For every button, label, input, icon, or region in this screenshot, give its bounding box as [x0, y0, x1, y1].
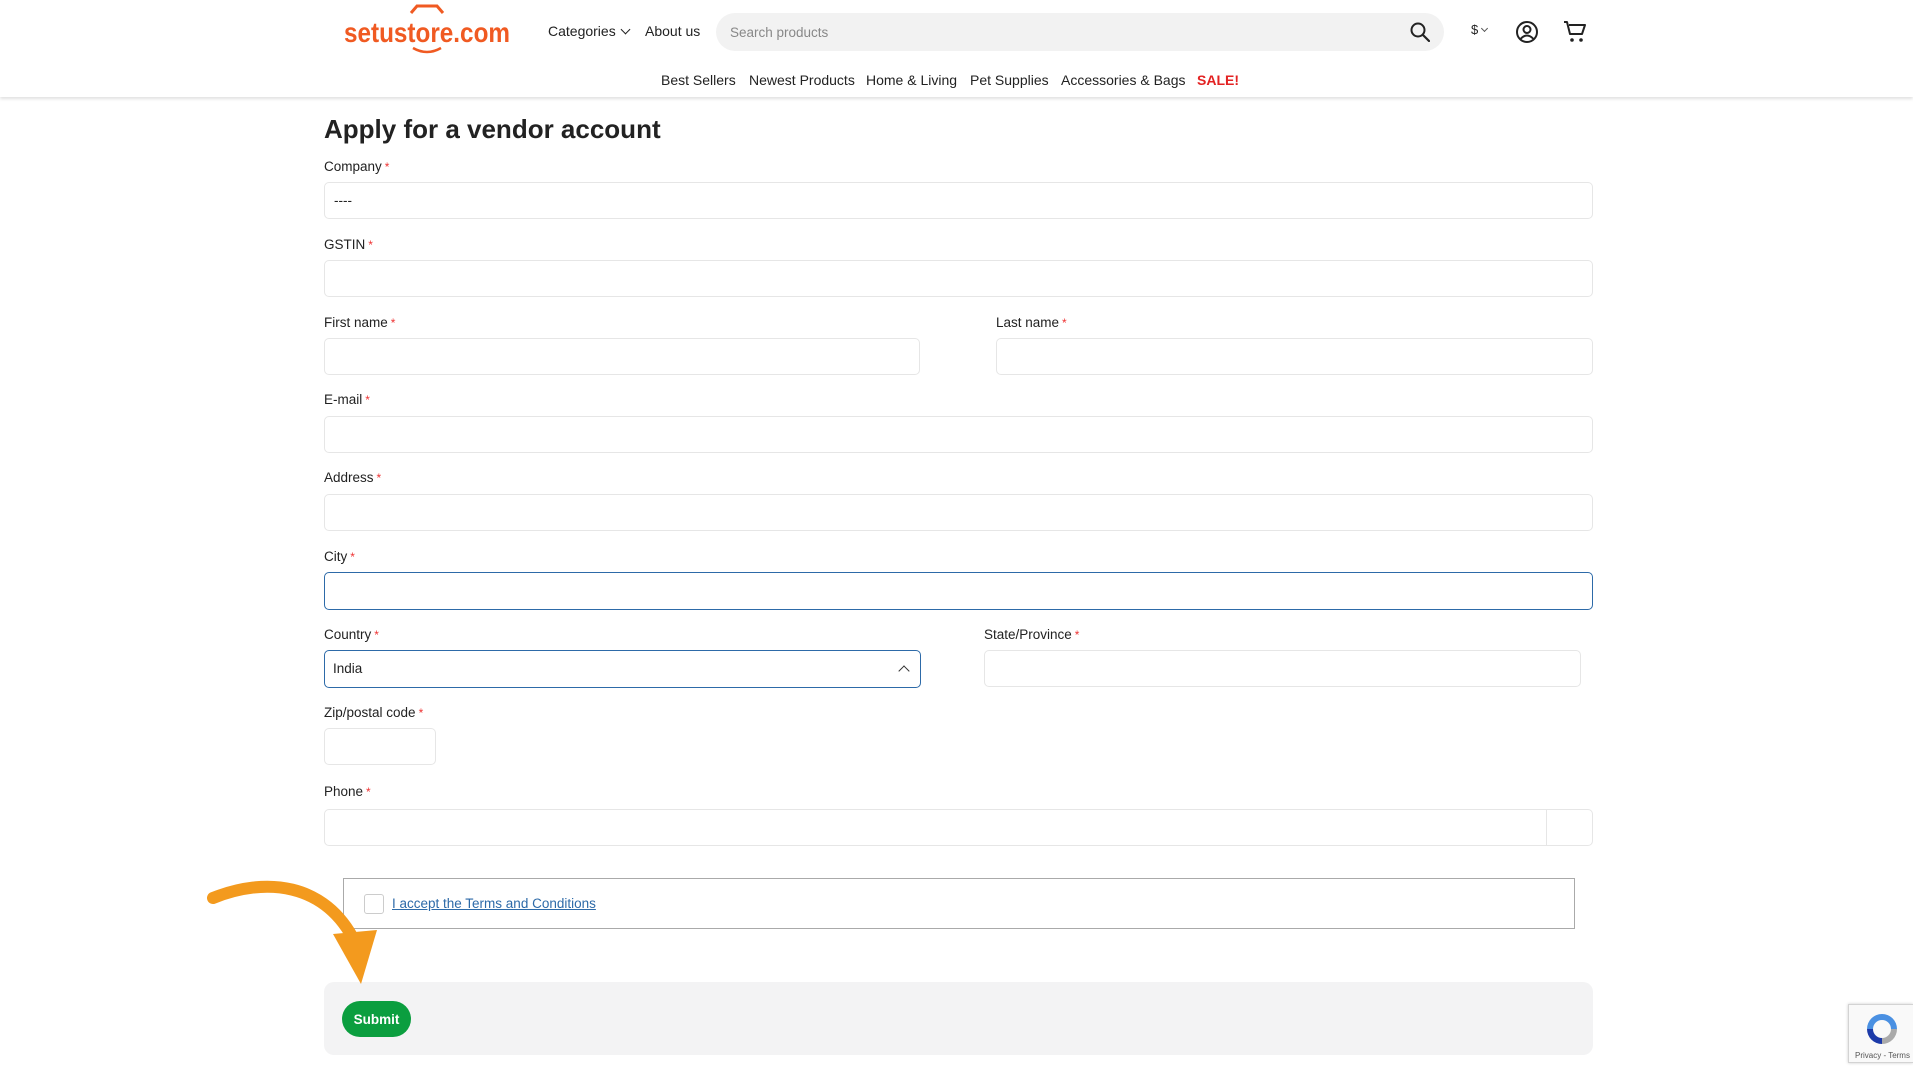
chevron-down-icon: [620, 24, 631, 35]
gstin-label: GSTIN *: [324, 237, 373, 252]
state-label: State/Province *: [984, 627, 1080, 642]
store-logo[interactable]: setustore.com: [343, 4, 511, 56]
company-label: Company *: [324, 159, 390, 174]
nav-pet-supplies[interactable]: Pet Supplies: [970, 72, 1049, 88]
categories-menu[interactable]: Categories: [548, 23, 631, 39]
currency-selector[interactable]: $: [1471, 22, 1489, 37]
zip-label: Zip/postal code *: [324, 705, 424, 720]
gstin-field[interactable]: [324, 260, 1593, 297]
country-select[interactable]: India: [324, 650, 921, 688]
address-label: Address *: [324, 470, 382, 485]
submit-button[interactable]: Submit: [342, 1001, 411, 1037]
phone-addon[interactable]: [1546, 809, 1593, 846]
search-bar: [716, 13, 1444, 51]
city-label: City *: [324, 549, 355, 564]
email-label: E-mail *: [324, 392, 370, 407]
recaptcha-badge[interactable]: Privacy - Terms: [1848, 1004, 1913, 1063]
cart-icon[interactable]: [1563, 20, 1587, 44]
zip-field[interactable]: [324, 728, 436, 765]
nav-accessories-bags[interactable]: Accessories & Bags: [1061, 72, 1186, 88]
phone-label: Phone *: [324, 784, 371, 799]
user-account-icon[interactable]: [1515, 20, 1539, 44]
nav-home-living[interactable]: Home & Living: [866, 72, 957, 88]
submit-bar: Submit: [324, 982, 1593, 1055]
country-label: Country *: [324, 627, 379, 642]
email-field[interactable]: [324, 416, 1593, 453]
company-field[interactable]: [324, 182, 1593, 219]
about-us-link[interactable]: About us: [645, 23, 700, 39]
last-name-field[interactable]: [996, 338, 1593, 375]
phone-field[interactable]: [324, 809, 1593, 846]
address-field[interactable]: [324, 494, 1593, 531]
svg-text:setustore.com: setustore.com: [344, 17, 510, 48]
first-name-label: First name *: [324, 315, 396, 330]
nav-sale[interactable]: SALE!: [1197, 72, 1239, 88]
site-header: setustore.com Categories About us $ Best…: [0, 0, 1913, 97]
terms-container: I accept the Terms and Conditions: [343, 878, 1575, 929]
state-field[interactable]: [984, 650, 1581, 687]
chevron-up-icon: [898, 665, 910, 677]
annotation-arrow-icon: [207, 880, 377, 984]
recaptcha-icon: [1867, 1014, 1897, 1044]
last-name-label: Last name *: [996, 315, 1067, 330]
terms-link[interactable]: I accept the Terms and Conditions: [392, 896, 596, 911]
page-title: Apply for a vendor account: [324, 114, 661, 144]
chevron-down-icon: [1481, 24, 1489, 33]
search-input[interactable]: [730, 13, 1370, 51]
nav-newest-products[interactable]: Newest Products: [749, 72, 855, 88]
city-field[interactable]: [324, 572, 1593, 610]
recaptcha-links[interactable]: Privacy - Terms: [1855, 1051, 1910, 1060]
first-name-field[interactable]: [324, 338, 920, 375]
search-icon[interactable]: [1410, 22, 1430, 42]
nav-best-sellers[interactable]: Best Sellers: [661, 72, 736, 88]
